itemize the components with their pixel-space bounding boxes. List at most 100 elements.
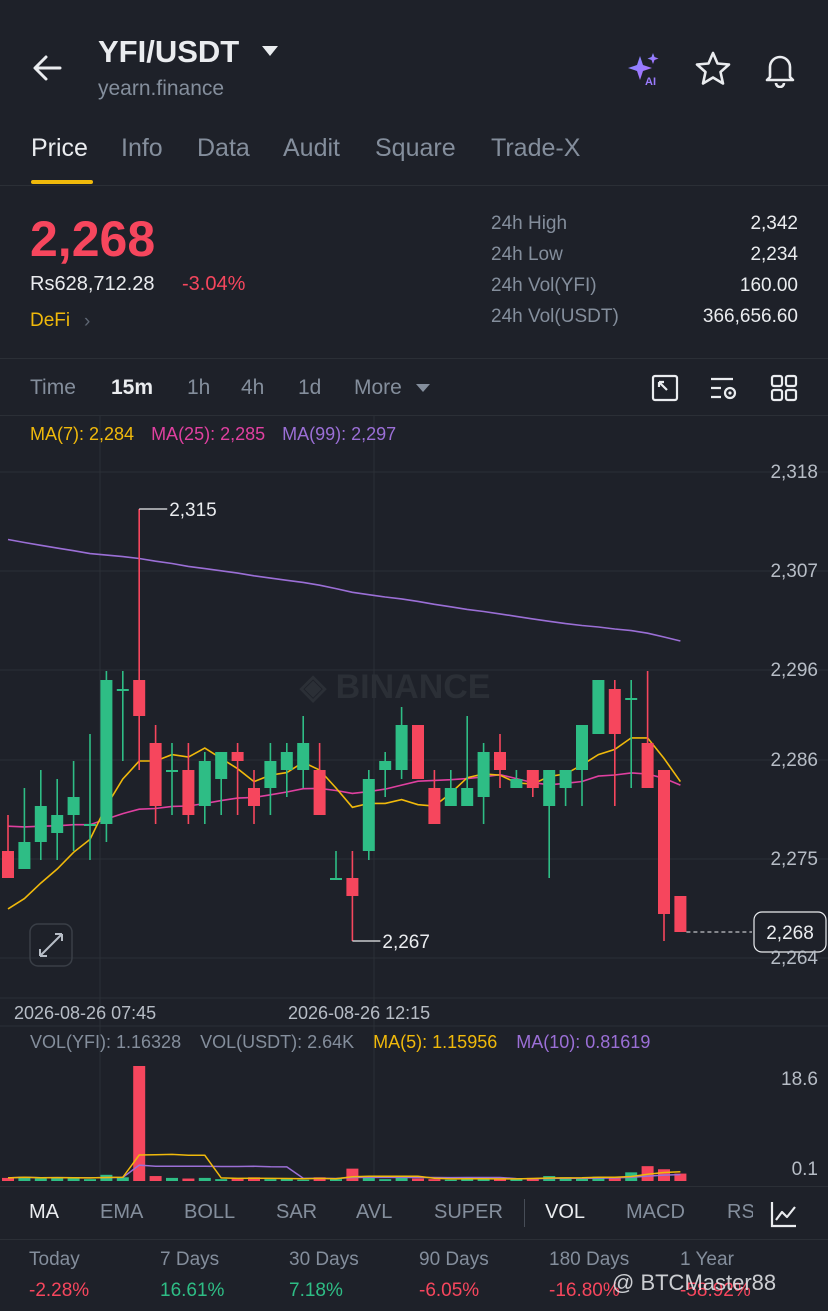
divider: [0, 358, 828, 359]
perf-label-90d: 90 Days: [419, 1249, 489, 1270]
volume-bar: [346, 1168, 359, 1181]
interval-more[interactable]: More: [354, 376, 402, 400]
candle-body: [51, 815, 64, 833]
chart-settings-icon[interactable]: [709, 373, 739, 403]
tab-bar: Price Info Data Audit Square Trade-X: [0, 128, 828, 186]
pair-dropdown-icon[interactable]: [262, 46, 278, 56]
indicator-ema[interactable]: EMA: [100, 1201, 143, 1224]
tab-data[interactable]: Data: [197, 134, 250, 163]
back-arrow-icon[interactable]: [30, 50, 66, 86]
interval-time[interactable]: Time: [30, 376, 76, 400]
indicator-vol[interactable]: VOL: [545, 1201, 585, 1224]
tab-audit[interactable]: Audit: [283, 134, 340, 163]
candle-body: [608, 689, 621, 734]
volume-legend: VOL(YFI): 1.16328 VOL(USDT): 2.64K MA(5)…: [30, 1032, 664, 1053]
stat-value-vol-usdt: 366,656.60: [702, 306, 798, 327]
candle-body: [346, 878, 359, 896]
volume-bar: [133, 1066, 146, 1181]
candle-body: [34, 806, 47, 842]
candle-body: [362, 779, 375, 851]
candlestick-chart[interactable]: ◈ BINANCE 2,315 2,267 2,268: [0, 416, 828, 1186]
expand-icon: [39, 933, 63, 957]
volume-bar: [34, 1178, 47, 1181]
interval-1h[interactable]: 1h: [187, 376, 210, 400]
perf-value-today: -2.28%: [29, 1280, 90, 1301]
candle-body: [116, 689, 129, 691]
candle-body: [297, 743, 310, 770]
tab-info[interactable]: Info: [121, 134, 163, 163]
candle-body: [576, 725, 588, 770]
candle-body: [264, 761, 277, 788]
perf-label-1y: 1 Year: [680, 1249, 734, 1270]
chevron-right-icon[interactable]: ›: [84, 311, 90, 333]
stat-value-high: 2,342: [750, 213, 798, 234]
volume-axis-label: 18.6: [781, 1069, 818, 1090]
perf-value-90d: -6.05%: [419, 1280, 480, 1301]
candle-body: [526, 770, 539, 788]
coin-name: yearn.finance: [98, 77, 225, 100]
indicator-rsi[interactable]: RS: [727, 1201, 753, 1224]
interval-15m[interactable]: 15m: [111, 376, 153, 400]
candle-body: [149, 743, 162, 806]
candle-body: [100, 680, 113, 824]
stat-label-vol-usdt: 24h Vol(USDT): [491, 306, 619, 327]
candle-body: [67, 797, 80, 815]
stat-value-vol-yfi: 160.00: [739, 275, 798, 296]
fullscreen-icon[interactable]: [650, 373, 680, 403]
candle-body: [658, 770, 670, 914]
binance-watermark: ◈ BINANCE: [299, 668, 491, 706]
candle-body: [559, 770, 572, 788]
stat-label-high: 24h High: [491, 213, 568, 234]
candle-body: [166, 770, 178, 772]
indicator-avl[interactable]: AVL: [356, 1201, 392, 1224]
bell-icon[interactable]: [761, 50, 799, 88]
perf-label-30d: 30 Days: [289, 1249, 359, 1270]
sector-tag[interactable]: DeFi: [30, 310, 70, 332]
indicator-super[interactable]: SUPER: [434, 1201, 503, 1224]
perf-label-7d: 7 Days: [160, 1249, 220, 1270]
pair-title[interactable]: YFI/USDT: [98, 34, 239, 70]
stat-value-low: 2,234: [750, 244, 798, 265]
vol-yfi-label: VOL(YFI): 1.16328: [30, 1032, 182, 1052]
star-icon[interactable]: [694, 50, 732, 88]
indicator-macd[interactable]: MACD: [626, 1201, 685, 1224]
candle-body: [543, 770, 556, 806]
candle-body: [428, 788, 441, 824]
active-tab-indicator: [31, 180, 93, 184]
perf-value-180d: -16.80%: [549, 1280, 620, 1301]
volume-bar: [182, 1178, 195, 1181]
candle-body: [477, 752, 490, 797]
volume-bar: [215, 1179, 228, 1181]
volume-bar: [412, 1178, 424, 1181]
more-dropdown-icon[interactable]: [416, 384, 430, 392]
tab-trade-x[interactable]: Trade-X: [491, 134, 580, 163]
x-axis-label: 2026-08-26 07:45: [14, 1003, 157, 1023]
svg-text:AI: AI: [645, 76, 656, 88]
perf-label-180d: 180 Days: [549, 1249, 630, 1270]
y-axis-label: 2,296: [770, 660, 818, 681]
indicator-ma[interactable]: MA: [29, 1201, 59, 1224]
interval-4h[interactable]: 4h: [241, 376, 264, 400]
indicator-sar[interactable]: SAR: [276, 1201, 317, 1224]
stat-label-low: 24h Low: [491, 244, 563, 265]
ai-sparkle-icon[interactable]: AI: [626, 50, 664, 88]
vol-ma5-label: MA(5): 1.15956: [373, 1032, 498, 1052]
candle-body: [510, 779, 523, 788]
current-price-label: 2,268: [766, 923, 814, 944]
tab-square[interactable]: Square: [375, 134, 456, 163]
ma25-label: MA(25): 2,285: [151, 424, 266, 444]
candle-body: [248, 788, 260, 806]
divider: [524, 1199, 525, 1227]
grid-layout-icon[interactable]: [769, 373, 799, 403]
candle-body: [84, 824, 96, 826]
fiat-price: Rs628,712.28: [30, 273, 155, 295]
candle-body: [182, 770, 195, 815]
candle-body: [2, 851, 14, 878]
tab-price[interactable]: Price: [31, 134, 88, 163]
indicator-settings-icon[interactable]: [769, 1199, 799, 1229]
candle-body: [444, 788, 457, 806]
candle-body: [133, 680, 146, 716]
y-axis-label: 2,286: [770, 750, 818, 771]
indicator-boll[interactable]: BOLL: [184, 1201, 235, 1224]
interval-1d[interactable]: 1d: [298, 376, 321, 400]
